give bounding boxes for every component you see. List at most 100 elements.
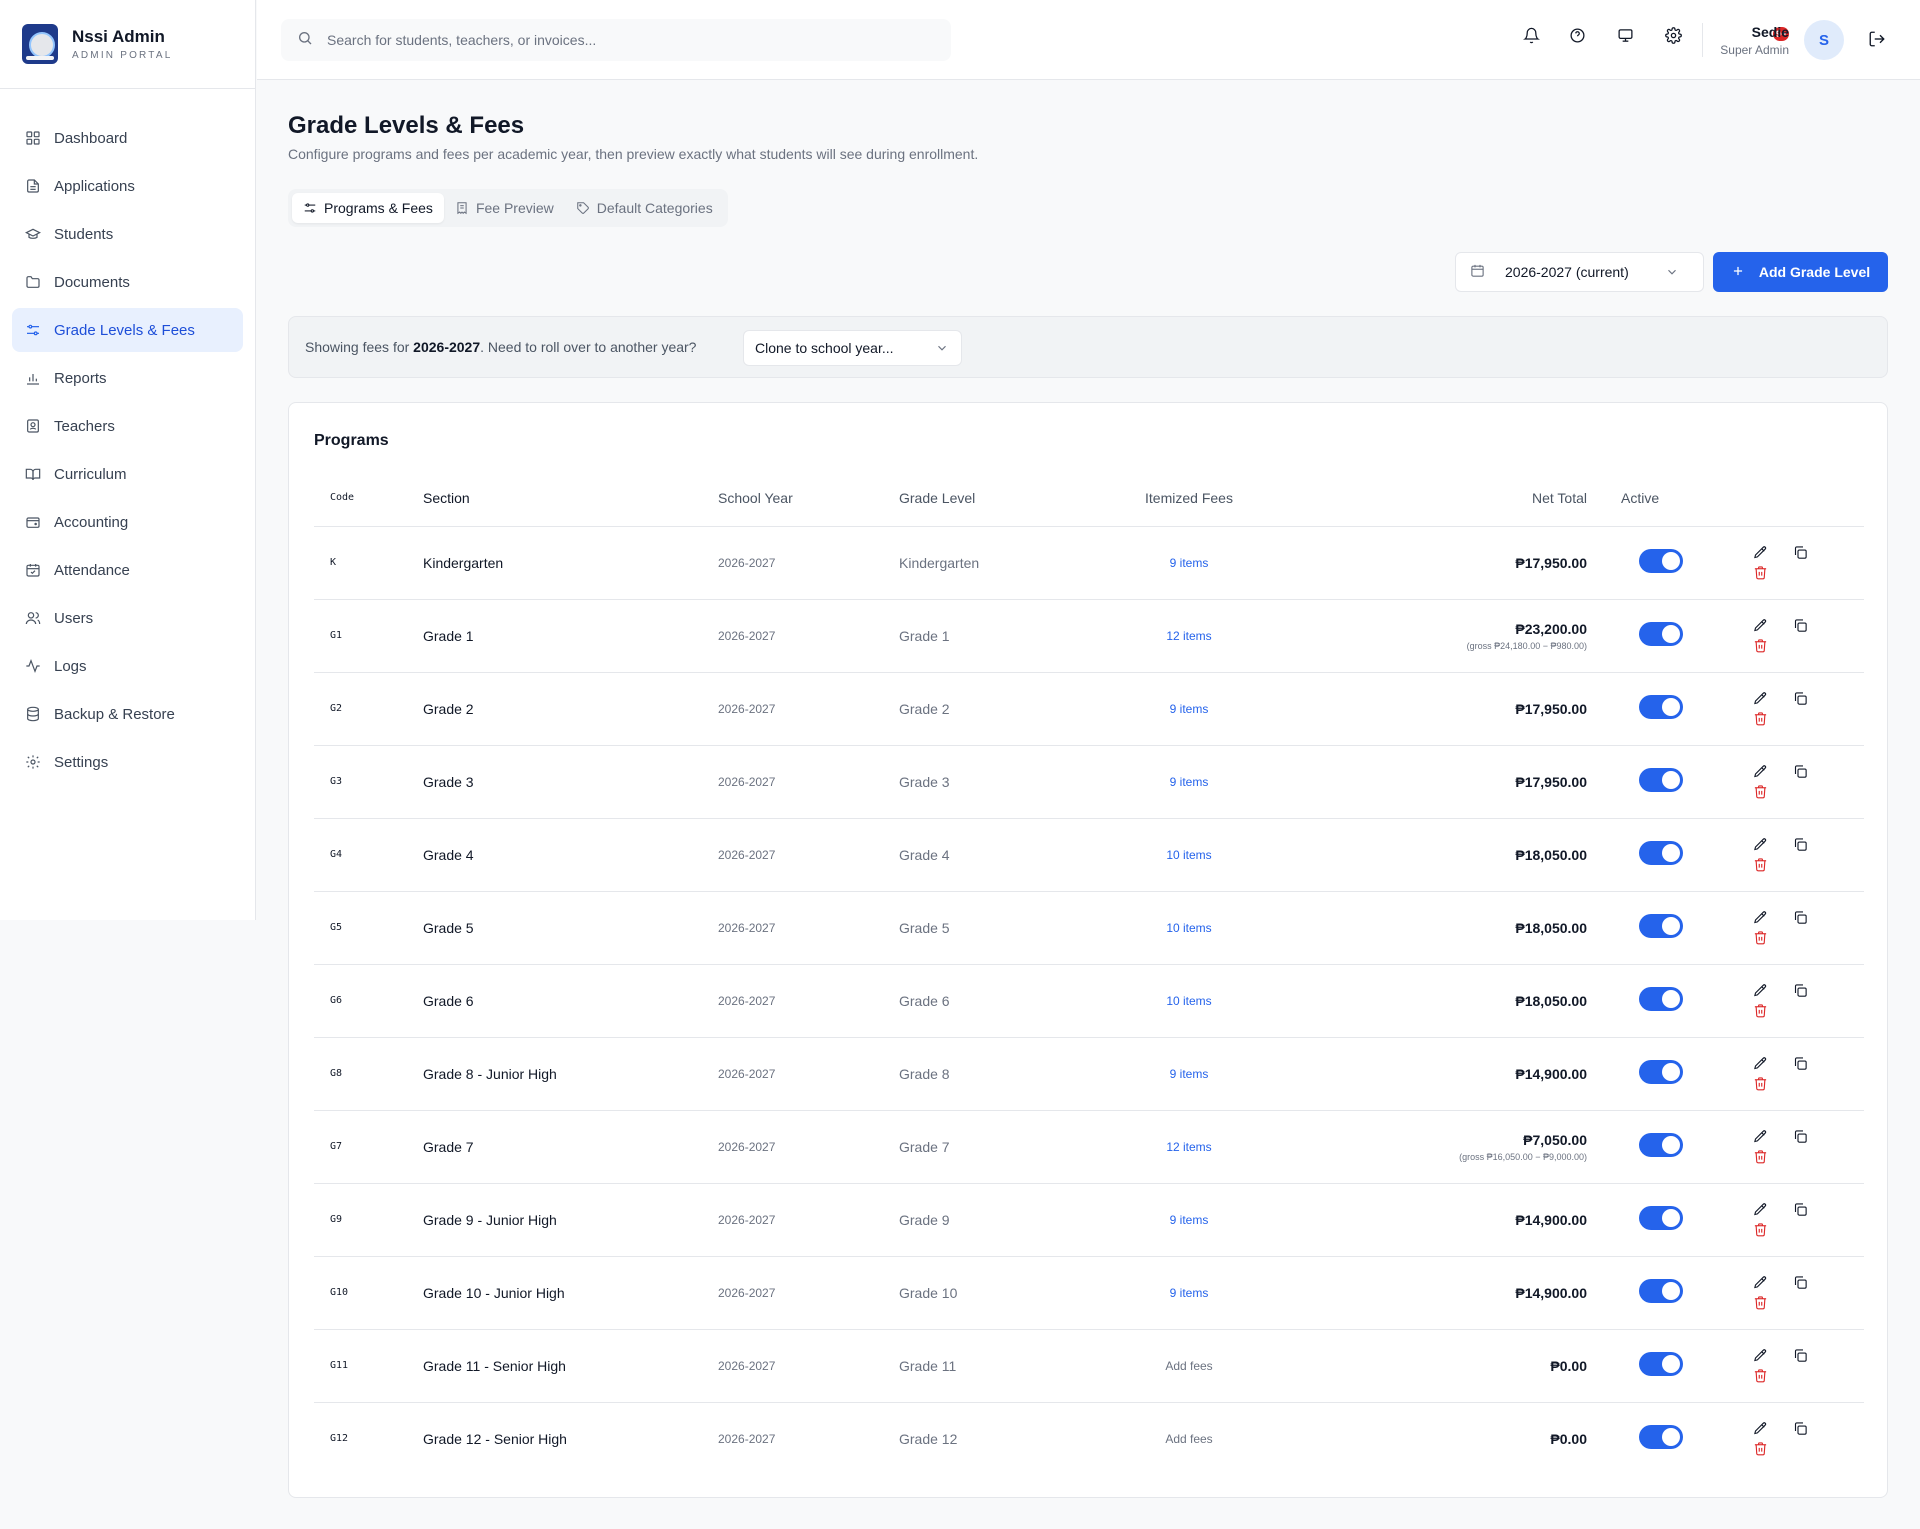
active-toggle[interactable]: [1638, 1206, 1683, 1230]
edit-button[interactable]: [1750, 1345, 1770, 1365]
delete-button[interactable]: [1750, 855, 1770, 875]
delete-button[interactable]: [1750, 928, 1770, 948]
notifications-button[interactable]: [1521, 27, 1541, 48]
active-toggle[interactable]: [1638, 914, 1683, 938]
logout-button[interactable]: [1868, 30, 1886, 53]
delete-button[interactable]: [1750, 1147, 1770, 1167]
tab-default-categories[interactable]: Default Categories: [565, 193, 724, 223]
active-toggle[interactable]: [1638, 1133, 1683, 1157]
add-grade-level-button[interactable]: Add Grade Level: [1713, 252, 1888, 292]
settings-button[interactable]: [1663, 27, 1683, 48]
delete-button[interactable]: [1750, 563, 1770, 583]
active-toggle[interactable]: [1638, 768, 1683, 792]
edit-button[interactable]: [1750, 1418, 1770, 1438]
edit-button[interactable]: [1750, 907, 1770, 927]
itemized-fees-link[interactable]: 10 items: [1166, 994, 1211, 1008]
active-toggle[interactable]: [1638, 1425, 1683, 1450]
delete-button[interactable]: [1750, 1439, 1770, 1459]
display-button[interactable]: [1615, 28, 1635, 48]
edit-button[interactable]: [1750, 834, 1770, 854]
itemized-fees-link[interactable]: 12 items: [1166, 1140, 1211, 1154]
folder-icon: [25, 274, 54, 290]
year-notice: Showing fees for 2026-2027. Need to roll…: [288, 316, 1888, 378]
sidebar-item-backup-restore[interactable]: Backup & Restore: [12, 692, 243, 736]
itemized-fees-link[interactable]: 10 items: [1166, 921, 1211, 935]
sidebar-item-applications[interactable]: Applications: [12, 164, 243, 208]
sidebar-item-accounting[interactable]: Accounting: [12, 500, 243, 544]
itemized-fees-link[interactable]: 9 items: [1170, 1213, 1209, 1227]
itemized-fees-link[interactable]: 9 items: [1170, 1067, 1209, 1081]
edit-button[interactable]: [1750, 761, 1770, 781]
edit-button[interactable]: [1750, 615, 1770, 635]
delete-button[interactable]: [1750, 709, 1770, 729]
tab-fee-preview[interactable]: Fee Preview: [444, 193, 565, 223]
tab-programs-fees[interactable]: Programs & Fees: [292, 193, 444, 223]
pencil-icon: [1753, 910, 1768, 925]
sidebar-item-students[interactable]: Students: [12, 212, 243, 256]
duplicate-button[interactable]: [1790, 907, 1810, 927]
active-toggle[interactable]: [1638, 1279, 1683, 1303]
topbar-divider: [1702, 23, 1703, 57]
itemized-fees-link[interactable]: 9 items: [1170, 556, 1209, 570]
active-toggle[interactable]: [1638, 622, 1683, 646]
search-input[interactable]: [327, 32, 927, 48]
itemized-fees-link[interactable]: 9 items: [1170, 775, 1209, 789]
edit-button[interactable]: [1750, 1053, 1770, 1073]
active-toggle[interactable]: [1638, 695, 1683, 719]
edit-button[interactable]: [1750, 688, 1770, 708]
trash-icon: [1753, 1441, 1768, 1456]
sidebar-item-grade-levels-fees[interactable]: Grade Levels & Fees: [12, 308, 243, 352]
delete-button[interactable]: [1750, 636, 1770, 656]
duplicate-button[interactable]: [1790, 1126, 1810, 1146]
edit-button[interactable]: [1750, 1199, 1770, 1219]
sidebar-item-settings[interactable]: Settings: [12, 740, 243, 784]
active-toggle[interactable]: [1638, 1352, 1683, 1376]
duplicate-button[interactable]: [1790, 834, 1810, 854]
help-button[interactable]: [1567, 28, 1587, 48]
sidebar-item-logs[interactable]: Logs: [12, 644, 243, 688]
active-toggle[interactable]: [1638, 1060, 1683, 1084]
itemized-fees-link[interactable]: 10 items: [1166, 848, 1211, 862]
sidebar-item-teachers[interactable]: Teachers: [12, 404, 243, 448]
duplicate-button[interactable]: [1790, 1272, 1810, 1292]
edit-button[interactable]: [1750, 1272, 1770, 1292]
chevron-down-icon: [935, 341, 949, 358]
active-toggle[interactable]: [1638, 841, 1683, 865]
sidebar-item-documents[interactable]: Documents: [12, 260, 243, 304]
duplicate-button[interactable]: [1790, 1199, 1810, 1219]
itemized-fees-link[interactable]: Add fees: [1165, 1359, 1212, 1373]
edit-button[interactable]: [1750, 1126, 1770, 1146]
avatar[interactable]: S: [1804, 20, 1844, 60]
itemized-fees-link[interactable]: Add fees: [1165, 1432, 1212, 1446]
delete-button[interactable]: [1750, 1293, 1770, 1313]
active-toggle[interactable]: [1638, 549, 1683, 573]
active-toggle[interactable]: [1638, 987, 1683, 1011]
sidebar-item-reports[interactable]: Reports: [12, 356, 243, 400]
edit-button[interactable]: [1750, 542, 1770, 562]
delete-button[interactable]: [1750, 1220, 1770, 1240]
pencil-icon: [1753, 1275, 1768, 1290]
duplicate-button[interactable]: [1790, 542, 1810, 562]
itemized-fees-link[interactable]: 12 items: [1166, 629, 1211, 643]
delete-button[interactable]: [1750, 1074, 1770, 1094]
clone-year-select[interactable]: Clone to school year...: [743, 330, 962, 366]
duplicate-button[interactable]: [1790, 1053, 1810, 1073]
duplicate-button[interactable]: [1790, 761, 1810, 781]
duplicate-button[interactable]: [1790, 980, 1810, 1000]
sidebar-item-users[interactable]: Users: [12, 596, 243, 640]
sidebar-item-attendance[interactable]: Attendance: [12, 548, 243, 592]
school-year-select[interactable]: 2026-2027 (current): [1455, 252, 1704, 292]
delete-button[interactable]: [1750, 1001, 1770, 1021]
sidebar-item-curriculum[interactable]: Curriculum: [12, 452, 243, 496]
search-bar[interactable]: [281, 19, 951, 61]
itemized-fees-link[interactable]: 9 items: [1170, 1286, 1209, 1300]
itemized-fees-link[interactable]: 9 items: [1170, 702, 1209, 716]
duplicate-button[interactable]: [1790, 615, 1810, 635]
sidebar-item-dashboard[interactable]: Dashboard: [12, 116, 243, 160]
duplicate-button[interactable]: [1790, 688, 1810, 708]
duplicate-button[interactable]: [1790, 1418, 1810, 1438]
edit-button[interactable]: [1750, 980, 1770, 1000]
duplicate-button[interactable]: [1790, 1345, 1810, 1365]
delete-button[interactable]: [1750, 782, 1770, 802]
delete-button[interactable]: [1750, 1366, 1770, 1386]
